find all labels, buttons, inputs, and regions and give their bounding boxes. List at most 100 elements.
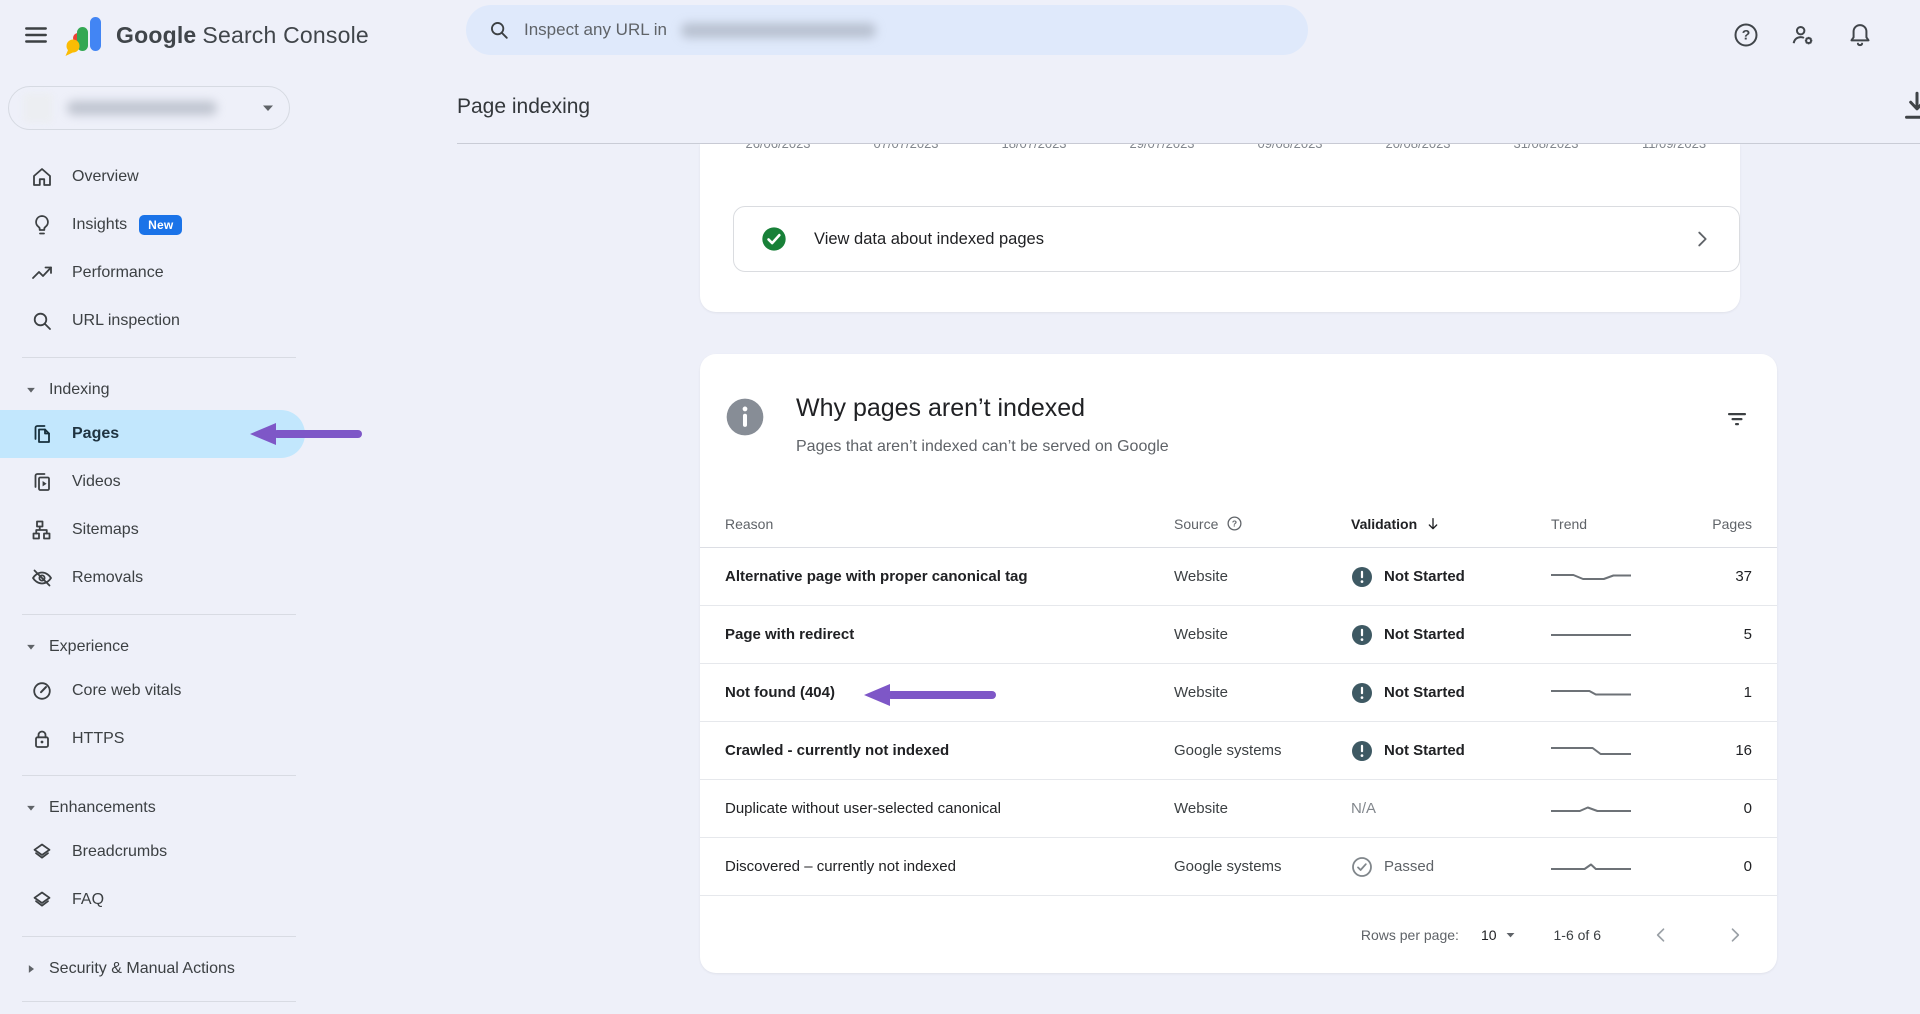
source-cell: Google systems — [1174, 742, 1351, 759]
validation-cell: N/A — [1351, 800, 1551, 817]
sidebar-item-url-inspection[interactable]: URL inspection — [0, 297, 312, 345]
sidebar-section-experience[interactable]: Experience — [0, 627, 312, 667]
card-subtitle: Pages that aren’t indexed can’t be serve… — [796, 438, 1169, 456]
chart-date-label: 20/08/2023 — [1385, 144, 1450, 151]
trend-cell — [1551, 566, 1702, 588]
validation-status: Not Started — [1384, 684, 1465, 701]
search-icon — [488, 19, 510, 41]
source-cell: Website — [1174, 800, 1351, 817]
topbar-actions: ? — [1724, 13, 1882, 57]
rows-per-page-select[interactable]: 10 — [1481, 927, 1516, 943]
sidebar-item-label: Overview — [72, 168, 139, 186]
check-circle-icon — [760, 225, 788, 253]
reason-cell: Crawled - currently not indexed — [725, 742, 1174, 759]
table-row-alternative-page-with-proper-canonical-tag[interactable]: Alternative page with proper canonical t… — [700, 548, 1777, 606]
sidebar-item-insights[interactable]: InsightsNew — [0, 201, 312, 249]
reason-cell: Discovered – currently not indexed — [725, 858, 1174, 875]
user-settings-icon[interactable] — [1781, 13, 1825, 57]
sidebar-item-label: Core web vitals — [72, 682, 181, 700]
property-selector[interactable] — [8, 86, 290, 130]
svg-text:?: ? — [1742, 27, 1751, 43]
sidebar-item-label: FAQ — [72, 891, 104, 909]
trend-cell — [1551, 624, 1702, 646]
hamburger-menu-icon[interactable] — [16, 15, 56, 55]
sidebar-item-breadcrumbs[interactable]: Breadcrumbs — [0, 828, 312, 876]
source-cell: Website — [1174, 684, 1351, 701]
sidebar-section-indexing[interactable]: Indexing — [0, 370, 312, 410]
column-header-validation[interactable]: Validation — [1351, 516, 1551, 532]
sidebar-item-overview[interactable]: Overview — [0, 153, 312, 201]
url-inspection-icon — [30, 309, 54, 333]
issues-table: Reason Source ? Validation Trend Pages A… — [700, 500, 1777, 896]
sidebar-nav-list: Overview InsightsNewPerformance URL inspec… — [0, 153, 312, 1014]
validation-status: Passed — [1384, 858, 1434, 875]
sidebar-item-pages[interactable]: Pages — [0, 410, 305, 458]
sidebar-item-performance[interactable]: Performance — [0, 249, 312, 297]
trend-cell — [1551, 856, 1702, 878]
sidebar-item-faq[interactable]: FAQ — [0, 876, 312, 924]
table-row-crawled-currently-not-indexed[interactable]: Crawled - currently not indexedGoogle sy… — [700, 722, 1777, 780]
validation-status: N/A — [1351, 800, 1376, 817]
performance-icon — [30, 261, 54, 285]
filter-icon[interactable] — [1718, 400, 1756, 438]
new-badge: New — [139, 215, 182, 235]
validation-cell: Not Started — [1351, 624, 1551, 646]
view-indexed-data-card[interactable]: View data about indexed pages — [733, 206, 1740, 272]
sidebar-section-enhancements[interactable]: Enhancements — [0, 788, 312, 828]
column-header-reason[interactable]: Reason — [725, 516, 1174, 532]
column-header-trend[interactable]: Trend — [1551, 516, 1702, 532]
reason-cell: Page with redirect — [725, 626, 1174, 643]
validation-status: Not Started — [1384, 568, 1465, 585]
sidebar-divider — [0, 602, 312, 627]
url-inspection-search-input[interactable]: Inspect any URL in — [466, 5, 1308, 55]
table-row-duplicate-without-user-selected-canonical[interactable]: Duplicate without user-selected canonica… — [700, 780, 1777, 838]
triangle-down-icon — [25, 802, 37, 814]
overview-icon — [30, 165, 54, 189]
export-download-icon[interactable] — [1899, 88, 1920, 124]
passed-icon — [1351, 856, 1373, 878]
search-console-logo-icon — [62, 12, 106, 58]
pagination-prev-icon[interactable] — [1647, 921, 1675, 949]
page-title: Page indexing — [457, 95, 590, 119]
column-header-source[interactable]: Source ? — [1174, 515, 1351, 532]
reason-cell: Alternative page with proper canonical t… — [725, 568, 1174, 585]
sidebar-item-label: URL inspection — [72, 312, 180, 330]
core-web-vitals-icon — [30, 679, 54, 703]
trend-cell — [1551, 682, 1702, 704]
table-row-discovered-currently-not-indexed[interactable]: Discovered – currently not indexedGoogle… — [700, 838, 1777, 896]
not-started-icon — [1351, 566, 1373, 588]
table-row-page-with-redirect[interactable]: Page with redirectWebsiteNot Started5 — [700, 606, 1777, 664]
sidebar: Overview InsightsNewPerformance URL inspec… — [0, 70, 372, 1007]
sidebar-section-label: Experience — [49, 638, 129, 656]
google-search-console-logo[interactable]: GoogleSearch Console — [62, 12, 369, 58]
help-icon[interactable]: ? — [1724, 13, 1768, 57]
triangle-down-icon — [25, 384, 37, 396]
table-pagination: Rows per page: 10 1-6 of 6 — [700, 896, 1777, 973]
videos-icon — [30, 470, 54, 494]
info-icon — [723, 395, 767, 439]
column-header-pages[interactable]: Pages — [1712, 516, 1752, 532]
top-bar: GoogleSearch Console Inspect any URL in … — [0, 0, 1920, 70]
not-started-icon — [1351, 740, 1373, 762]
property-avatar — [23, 93, 53, 123]
sidebar-item-removals[interactable]: Removals — [0, 554, 312, 602]
sidebar-item-sitemaps[interactable]: Sitemaps — [0, 506, 312, 554]
pages-count-cell: 0 — [1744, 858, 1752, 875]
app-title: GoogleSearch Console — [116, 22, 369, 49]
triangle-right-icon — [25, 963, 37, 975]
validation-status: Not Started — [1384, 626, 1465, 643]
table-row-not-found-404[interactable]: Not found (404)WebsiteNot Started1 — [700, 664, 1777, 722]
source-cell: Website — [1174, 626, 1351, 643]
sidebar-item-videos[interactable]: Videos — [0, 458, 312, 506]
sidebar-item-core-web-vitals[interactable]: Core web vitals — [0, 667, 312, 715]
trend-sparkline — [1551, 856, 1631, 878]
pages-count-cell: 37 — [1735, 568, 1752, 585]
sidebar-item-https[interactable]: HTTPS — [0, 715, 312, 763]
notifications-bell-icon[interactable] — [1838, 13, 1882, 57]
pages-count-cell: 1 — [1744, 684, 1752, 701]
pagination-next-icon[interactable] — [1721, 921, 1749, 949]
pages-count-cell: 16 — [1735, 742, 1752, 759]
insights-icon — [30, 213, 54, 237]
pages-count-cell: 0 — [1744, 800, 1752, 817]
sidebar-section-security-and-manual-actions[interactable]: Security & Manual Actions — [0, 949, 312, 989]
